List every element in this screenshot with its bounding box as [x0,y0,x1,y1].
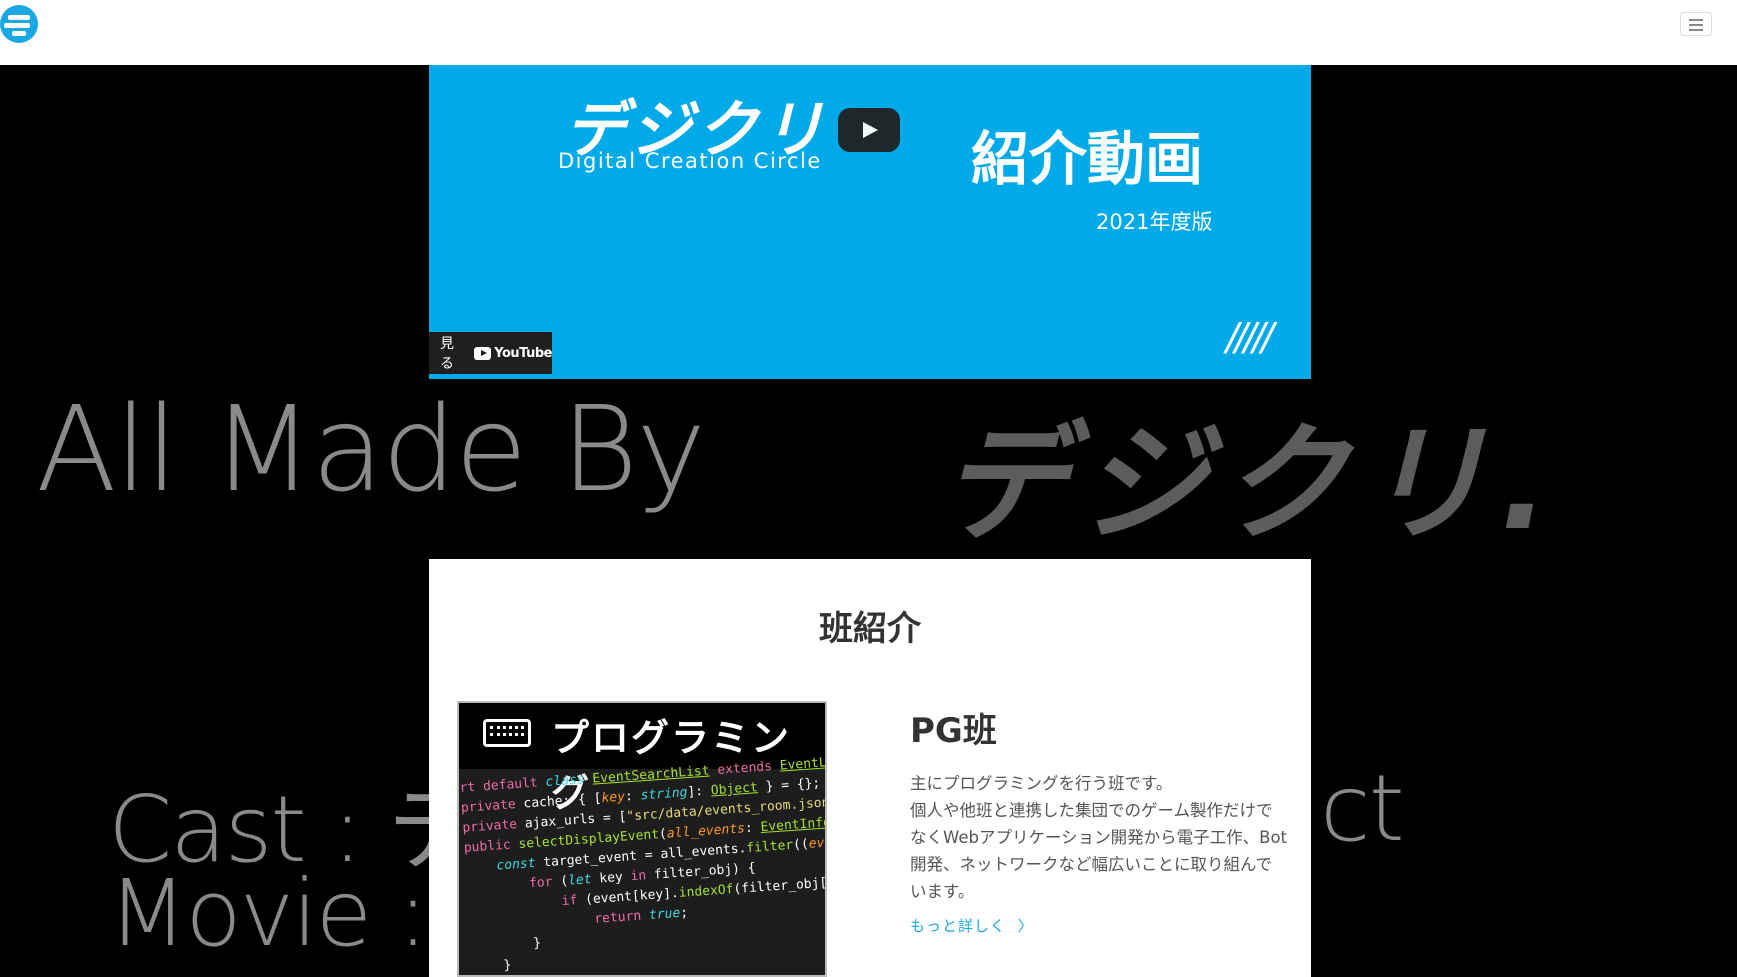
play-button[interactable] [838,108,900,152]
watch-label: 見る [440,336,454,372]
hamburger-icon-bar [1689,29,1703,31]
video-slashes-decoration: ///// [1226,315,1274,359]
chevron-right-icon: 〉 [1017,917,1034,935]
youtube-label: YouTube [494,345,552,361]
code-screenshot: rt default class EventSearchList extends… [459,753,827,976]
intro-video-embed[interactable]: デジクリ Digital Creation Circle 紹介動画 2021年度… [429,65,1311,379]
site-logo-icon[interactable] [0,5,38,43]
keyboard-icon [483,719,531,747]
hamburger-icon-bar [1689,24,1703,26]
programming-card-image: プログラミング rt default class EventSearchList… [457,701,827,977]
bg-credit-all-made-by: All Made By [36,380,706,518]
card-description-line1: 主にプログラミングを行う班です。 [910,774,1173,793]
more-details-label: もっと詳しく [910,917,1007,935]
bg-credit-cast-tail: ct [1320,755,1405,862]
card-title: PG班 [910,711,997,751]
bg-credit-brand: デジクリ. [940,410,1561,559]
youtube-icon [474,346,492,360]
more-details-link[interactable]: もっと詳しく 〉 [910,915,1034,936]
bg-credit-movie: Movie : [108,860,429,967]
video-brand-en: Digital Creation Circle [558,149,822,173]
video-title: 紹介動画 [971,125,1204,193]
menu-toggle-button[interactable] [1680,12,1712,36]
video-year: 2021年度版 [1096,210,1213,234]
section-title: 班紹介 [819,609,921,649]
navbar [0,0,1737,65]
card-description-body: 個人や他班と連携した集団でのゲーム製作だけでなくWebアプリケーション開発から電… [910,801,1288,901]
watch-on-youtube-button[interactable]: 見る YouTube [429,332,552,374]
group-intro-section: 班紹介 プログラミング rt default class EventSearch… [429,559,1311,977]
hamburger-icon [1689,19,1703,21]
card-description: 主にプログラミングを行う班です。 個人や他班と連携した集団でのゲーム製作だけでな… [910,770,1288,905]
